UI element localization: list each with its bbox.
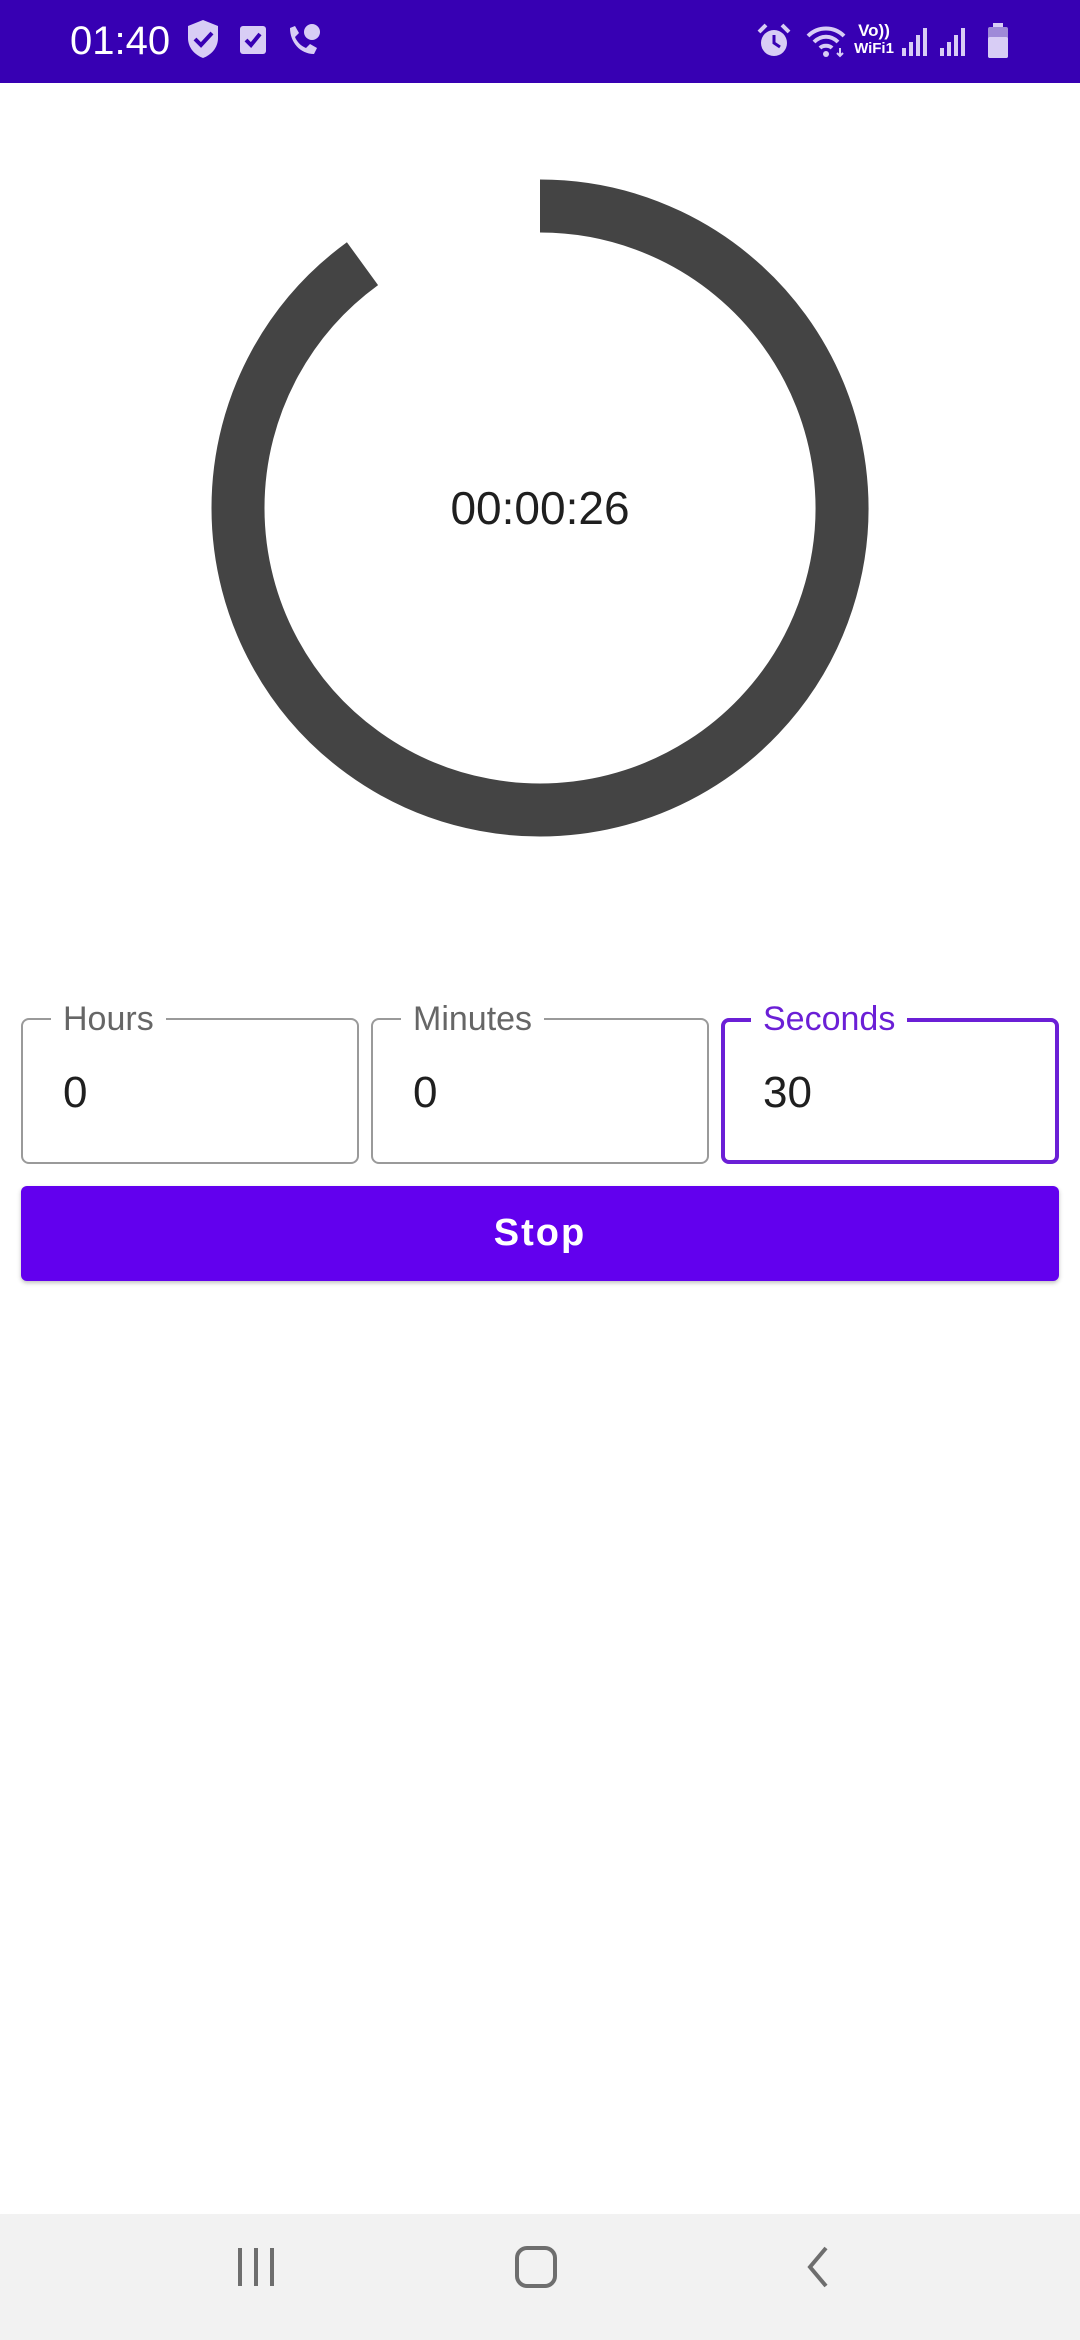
home-icon[interactable] (496, 2244, 576, 2310)
alarm-icon (756, 22, 792, 68)
signal-2-icon (938, 24, 968, 70)
status-time: 01:40 (70, 19, 171, 63)
vowifi-line2: WiFi1 (854, 40, 894, 57)
wifi-icon (804, 24, 848, 70)
seconds-field[interactable]: Seconds 30 (721, 1000, 1059, 1164)
recent-apps-icon[interactable] (216, 2244, 296, 2310)
hours-label: Hours (51, 1000, 166, 1038)
minutes-field[interactable]: Minutes 0 (371, 1000, 709, 1164)
status-bar: 01:40 Vo)) WiFi1 (0, 0, 1080, 83)
shield-check-icon (185, 18, 221, 64)
seconds-label: Seconds (751, 1000, 908, 1038)
countdown-timer: 00:00:26 (200, 168, 880, 848)
wifi-call-icon (284, 22, 322, 68)
battery-icon (986, 22, 1010, 68)
minutes-label: Minutes (401, 1000, 545, 1038)
checkbox-icon (238, 22, 268, 68)
hours-field[interactable]: Hours 0 (21, 1000, 359, 1164)
back-icon[interactable] (778, 2244, 858, 2310)
hours-input[interactable]: 0 (63, 1066, 87, 1120)
vowifi-indicator: Vo)) WiFi1 (853, 22, 895, 58)
stop-button[interactable]: Stop (21, 1186, 1059, 1281)
navigation-bar (0, 2214, 1080, 2340)
minutes-input[interactable]: 0 (413, 1066, 437, 1120)
signal-1-icon (900, 24, 930, 70)
seconds-input[interactable]: 30 (763, 1066, 812, 1120)
timer-display: 00:00:26 (450, 482, 630, 534)
vowifi-line1: Vo)) (858, 21, 890, 40)
